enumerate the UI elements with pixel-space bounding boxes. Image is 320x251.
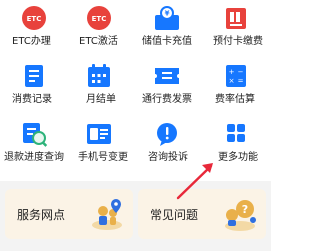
more-grid-icon	[221, 121, 251, 147]
grid-label: 更多功能	[218, 152, 258, 163]
grid-label: ETC办理	[12, 36, 51, 47]
alert-bubble-icon	[152, 121, 182, 147]
card-title: 常见问题	[150, 208, 199, 222]
svg-text:ETC: ETC	[92, 15, 107, 23]
grid-item-etc-apply[interactable]: ETC ETC办理	[0, 0, 67, 50]
document-list-icon	[19, 63, 49, 89]
phone-card-icon	[84, 121, 114, 147]
grid-label: 退款进度查询	[4, 152, 64, 163]
service-outlets-card[interactable]: 服务网点	[5, 189, 133, 239]
svg-text:¥: ¥	[165, 10, 170, 18]
calculator-icon: + − × =	[221, 63, 251, 89]
svg-text:?: ?	[242, 203, 248, 216]
etc-icon: ETC	[84, 5, 114, 31]
svg-text:−: −	[238, 68, 244, 76]
card-title: 服务网点	[17, 208, 66, 222]
grid-label: 预付卡缴费	[213, 36, 263, 47]
grid-item-phone-change[interactable]: 手机号变更	[67, 117, 134, 167]
calendar-icon	[84, 63, 114, 89]
grid-label: 咨询投诉	[148, 152, 188, 163]
map-pin-people-icon	[85, 195, 125, 233]
faq-card[interactable]: 常见问题 ?	[138, 189, 266, 239]
etc-icon: ETC	[19, 5, 49, 31]
grid-label: 月结单	[86, 94, 116, 105]
grid-item-refund-query[interactable]: 退款进度查询	[0, 117, 67, 167]
grid-label: 手机号变更	[78, 152, 128, 163]
grid-label: 通行费发票	[142, 94, 192, 105]
svg-text:ETC: ETC	[27, 15, 42, 23]
ticket-invoice-icon	[152, 63, 182, 89]
grid-item-more-functions[interactable]: 更多功能	[201, 117, 271, 167]
search-magnifier-icon	[19, 121, 49, 147]
grid-item-consumption-record[interactable]: 消费记录	[0, 59, 67, 109]
grid-item-rate-estimate[interactable]: + − × = 费率估算	[201, 59, 271, 109]
grid-item-etc-activate[interactable]: ETC ETC激活	[67, 0, 134, 50]
svg-text:=: =	[238, 77, 244, 85]
grid-label: ETC激活	[79, 36, 118, 47]
grid-item-monthly-statement[interactable]: 月结单	[67, 59, 134, 109]
grid-item-consult-complaint[interactable]: 咨询投诉	[134, 117, 201, 167]
svg-text:×: ×	[229, 77, 235, 85]
prepaid-card-icon	[221, 5, 251, 31]
card-recharge-icon: ¥	[152, 5, 182, 31]
grid-item-prepaid-card[interactable]: 预付卡缴费	[201, 0, 271, 50]
cards-section: 服务网点 常见问题 ?	[0, 181, 271, 251]
grid-label: 费率估算	[215, 94, 255, 105]
grid-item-toll-invoice[interactable]: 通行费发票	[134, 59, 201, 109]
grid-label: 消费记录	[12, 94, 52, 105]
grid-item-card-recharge[interactable]: ¥ 储值卡充值	[134, 0, 201, 50]
grid-label: 储值卡充值	[142, 36, 192, 47]
question-bubble-icon: ?	[218, 195, 258, 233]
svg-text:+: +	[229, 68, 235, 76]
